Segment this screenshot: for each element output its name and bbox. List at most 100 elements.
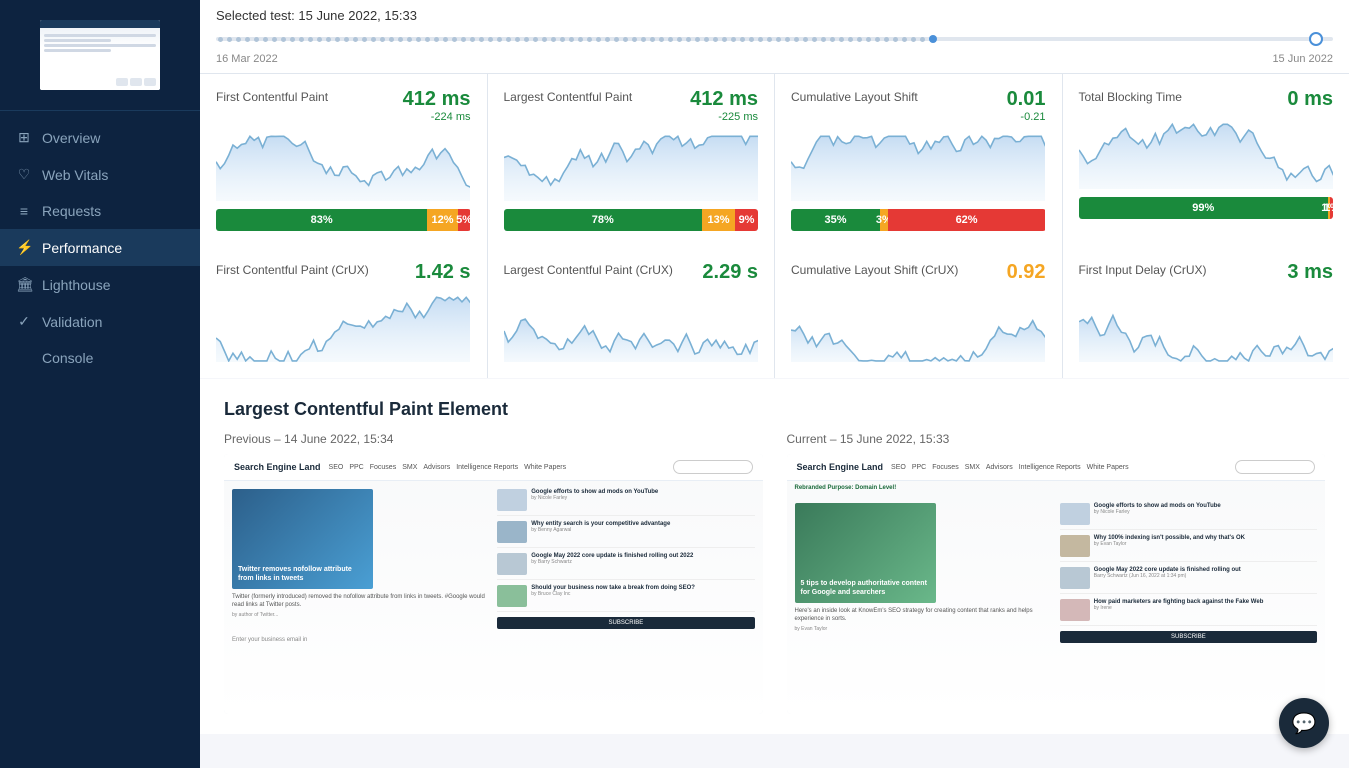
timeline-dot[interactable] (875, 37, 880, 42)
timeline-dot[interactable] (218, 37, 223, 42)
timeline-dot[interactable] (416, 37, 421, 42)
sidebar-item-requests[interactable]: ≡ Requests (0, 193, 200, 229)
sidebar-item-validation[interactable]: ✓ Validation (0, 303, 200, 340)
timeline-dot[interactable] (569, 37, 574, 42)
timeline-dot[interactable] (443, 37, 448, 42)
timeline-dot[interactable] (821, 37, 826, 42)
timeline-dot[interactable] (641, 37, 646, 42)
timeline-dot[interactable] (326, 37, 331, 42)
timeline-dot[interactable] (308, 37, 313, 42)
timeline-dot[interactable] (848, 37, 853, 42)
timeline-dot[interactable] (713, 37, 718, 42)
timeline-dot[interactable] (704, 37, 709, 42)
timeline-dot[interactable] (461, 37, 466, 42)
metric-value-cls-crux: 0.92 (1007, 261, 1046, 284)
timeline-dot[interactable] (893, 37, 898, 42)
timeline-dot[interactable] (668, 37, 673, 42)
timeline-dot[interactable] (317, 37, 322, 42)
timeline-dot[interactable] (686, 37, 691, 42)
timeline-dot[interactable] (551, 37, 556, 42)
timeline-dot[interactable] (884, 37, 889, 42)
timeline-dot[interactable] (596, 37, 601, 42)
timeline-dot[interactable] (614, 37, 619, 42)
timeline-dot[interactable] (911, 37, 916, 42)
timeline-dot[interactable] (695, 37, 700, 42)
timeline-dot[interactable] (920, 37, 925, 42)
timeline-dot[interactable] (335, 37, 340, 42)
timeline-dot[interactable] (866, 37, 871, 42)
timeline-dot[interactable] (731, 37, 736, 42)
timeline-dot[interactable] (587, 37, 592, 42)
timeline-dot[interactable] (560, 37, 565, 42)
timeline-dot[interactable] (776, 37, 781, 42)
timeline-dot[interactable] (542, 37, 547, 42)
timeline-dot[interactable] (353, 37, 358, 42)
sidebar-item-lighthouse[interactable]: 🏛 Lighthouse (0, 266, 200, 303)
timeline-dot[interactable] (497, 37, 502, 42)
timeline-dot[interactable] (236, 37, 241, 42)
timeline-dot[interactable] (578, 37, 583, 42)
timeline-dot[interactable] (227, 37, 232, 42)
timeline-dot[interactable] (281, 37, 286, 42)
timeline-dot[interactable] (785, 37, 790, 42)
timeline-dot[interactable] (245, 37, 250, 42)
timeline-dot[interactable] (425, 37, 430, 42)
timeline-dot[interactable] (803, 37, 808, 42)
timeline-dot[interactable] (650, 37, 655, 42)
timeline-dot[interactable] (749, 37, 754, 42)
timeline-dot[interactable] (470, 37, 475, 42)
timeline-dot[interactable] (929, 35, 937, 43)
timeline-dot[interactable] (902, 37, 907, 42)
timeline-dot[interactable] (344, 37, 349, 42)
sidebar-item-performance[interactable]: ⚡ Performance (0, 229, 200, 266)
validation-icon: ✓ (16, 313, 32, 330)
timeline-dot[interactable] (290, 37, 295, 42)
timeline-dot[interactable] (362, 37, 367, 42)
timeline-dot[interactable] (371, 37, 376, 42)
timeline-dot[interactable] (839, 37, 844, 42)
timeline-dot[interactable] (623, 37, 628, 42)
sidebar-item-console[interactable]: Console (0, 340, 200, 376)
timeline-dot[interactable] (812, 37, 817, 42)
timeline-dot[interactable] (380, 37, 385, 42)
timeline-dot[interactable] (389, 37, 394, 42)
sidebar-item-web-vitals[interactable]: ♡ Web Vitals (0, 156, 200, 193)
metric-card-cls: Cumulative Layout Shift 0.01 -0.21 35%3%… (775, 74, 1062, 247)
timeline-dot[interactable] (767, 37, 772, 42)
metric-delta-fcp: -224 ms (216, 111, 471, 123)
timeline-dot[interactable] (488, 37, 493, 42)
timeline-dots (216, 29, 1333, 49)
timeline-dot[interactable] (515, 37, 520, 42)
timeline-dot[interactable] (857, 37, 862, 42)
timeline-dot[interactable] (434, 37, 439, 42)
timeline-dot[interactable] (659, 37, 664, 42)
timeline-dot[interactable] (299, 37, 304, 42)
timeline-dot[interactable] (398, 37, 403, 42)
timeline-dot[interactable] (254, 37, 259, 42)
timeline-dot[interactable] (407, 37, 412, 42)
timeline-dot[interactable] (758, 37, 763, 42)
timeline-dot[interactable] (452, 37, 457, 42)
lcp-comparison: Previous – 14 June 2022, 15:34 Search En… (224, 432, 1325, 714)
chat-button[interactable]: 💬 (1279, 698, 1329, 748)
metric-delta-cls: -0.21 (791, 111, 1046, 123)
timeline-bar[interactable] (216, 29, 1333, 49)
metric-value-tbt: 0 ms (1287, 88, 1333, 111)
timeline-dot[interactable] (479, 37, 484, 42)
timeline-dot[interactable] (533, 37, 538, 42)
timeline-dot[interactable] (632, 37, 637, 42)
timeline-dot[interactable] (263, 37, 268, 42)
metric-chart-tbt (1079, 119, 1334, 189)
timeline-dot[interactable] (272, 37, 277, 42)
timeline-dot[interactable] (830, 37, 835, 42)
timeline-dot[interactable] (794, 37, 799, 42)
sidebar-item-overview[interactable]: ⊞ Overview (0, 119, 200, 156)
timeline-selector[interactable] (1309, 32, 1323, 46)
timeline-dot[interactable] (722, 37, 727, 42)
timeline-dot[interactable] (524, 37, 529, 42)
timeline-dot[interactable] (506, 37, 511, 42)
dist-segment-good: 78% (504, 209, 703, 231)
timeline-dot[interactable] (740, 37, 745, 42)
timeline-dot[interactable] (677, 37, 682, 42)
timeline-dot[interactable] (605, 37, 610, 42)
